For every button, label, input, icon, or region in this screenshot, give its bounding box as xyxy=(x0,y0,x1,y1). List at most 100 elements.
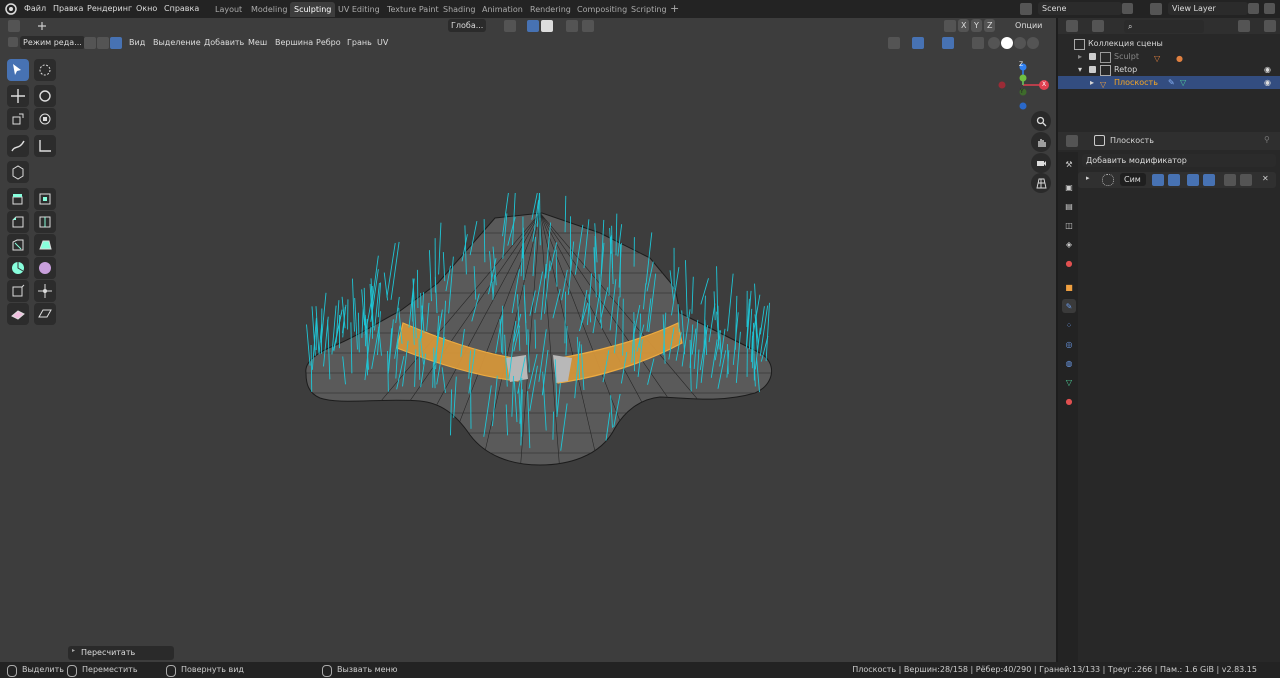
object-tab-icon[interactable]: ■ xyxy=(1062,280,1076,294)
menu-uv[interactable]: UV xyxy=(374,36,391,49)
tab-sculpting[interactable]: Sculpting xyxy=(290,2,336,17)
loop-cut-tool[interactable] xyxy=(34,211,56,233)
new-view-layer-icon[interactable] xyxy=(1248,3,1259,14)
display-mode-icon[interactable] xyxy=(1092,20,1104,32)
solid-shading-icon[interactable] xyxy=(1001,37,1013,49)
edge-select-icon[interactable] xyxy=(97,37,109,49)
tab-uv-editing[interactable]: UV Editing xyxy=(334,2,384,17)
pivot-point-icon[interactable] xyxy=(504,20,516,32)
outliner-search-input[interactable]: ⌕ xyxy=(1124,20,1204,33)
3d-viewport[interactable]: Глоба... X Y Z Опции Режим реда... Вид В… xyxy=(0,18,1056,671)
menu-view[interactable]: Вид xyxy=(126,36,148,49)
mesh-object[interactable] xyxy=(300,186,780,473)
overlay-toggle-icon[interactable] xyxy=(942,37,954,49)
menu-render[interactable]: Рендеринг xyxy=(87,0,132,18)
axis-x-toggle[interactable]: X xyxy=(958,19,970,32)
material-tab-icon[interactable]: ● xyxy=(1062,394,1076,408)
expand-arrow-icon[interactable]: ▸ xyxy=(1078,50,1082,63)
new-collection-icon[interactable] xyxy=(1264,20,1276,32)
knife-tool[interactable] xyxy=(7,234,29,256)
menu-mesh[interactable]: Меш xyxy=(245,36,270,49)
annotate-tool[interactable] xyxy=(7,135,29,157)
edge-slide-tool[interactable] xyxy=(7,280,29,302)
tree-row-retop[interactable]: ▾ Retop ◉ xyxy=(1058,63,1280,76)
transform-pivot-icon[interactable] xyxy=(36,20,48,32)
wireframe-shading-icon[interactable] xyxy=(988,37,1000,49)
particles-tab-icon[interactable]: ⁘ xyxy=(1062,318,1076,332)
scene-field[interactable]: Scene xyxy=(1038,2,1122,15)
editmode-toggle-icon[interactable] xyxy=(1187,174,1199,186)
eye-icon[interactable]: ◉ xyxy=(1264,63,1271,76)
camera-toggle-icon[interactable] xyxy=(1152,174,1164,186)
measure-tool[interactable] xyxy=(34,135,56,157)
blender-logo-icon[interactable] xyxy=(5,3,17,15)
rotate-tool[interactable] xyxy=(34,85,56,107)
inset-tool[interactable] xyxy=(34,188,56,210)
tab-modeling[interactable]: Modeling xyxy=(247,2,291,17)
filter-icon[interactable] xyxy=(1238,20,1250,32)
render-tab-icon[interactable]: ▣ xyxy=(1062,180,1076,194)
mirror-icon[interactable] xyxy=(944,20,956,32)
tab-animation[interactable]: Animation xyxy=(478,2,527,17)
modifier-tab-icon[interactable]: ✎ xyxy=(1062,299,1076,313)
pin-icon[interactable]: ⚲ xyxy=(1264,135,1270,144)
falloff-icon[interactable] xyxy=(582,20,594,32)
zoom-icon[interactable] xyxy=(1031,111,1051,131)
menu-face[interactable]: Грань xyxy=(344,36,375,49)
physics-tab-icon[interactable]: ◎ xyxy=(1062,337,1076,351)
navigation-gizmo[interactable]: Z X Y xyxy=(996,61,1056,118)
remove-view-layer-icon[interactable] xyxy=(1264,3,1275,14)
editor-type-icon[interactable] xyxy=(8,20,20,32)
menu-edit[interactable]: Правка xyxy=(53,0,83,18)
select-box-tool[interactable] xyxy=(7,59,29,81)
perspective-grid-icon[interactable] xyxy=(1031,173,1051,193)
menu-select[interactable]: Выделение xyxy=(150,36,204,49)
tab-shading[interactable]: Shading xyxy=(439,2,480,17)
tree-row-sculpt[interactable]: ▸ Sculpt ▽ ● xyxy=(1058,50,1280,63)
view-layer-icon[interactable] xyxy=(1150,3,1162,15)
snap-icon[interactable] xyxy=(527,20,539,32)
spin-tool[interactable] xyxy=(7,257,29,279)
gizmo-toggle-icon[interactable] xyxy=(912,37,924,49)
view-layer-tab-icon[interactable]: ◫ xyxy=(1062,218,1076,232)
tab-compositing[interactable]: Compositing xyxy=(573,2,631,17)
collapse-arrow-icon[interactable]: ▾ xyxy=(1078,63,1082,76)
tree-row-plane[interactable]: ▸ ▽ Плоскость ✎ ▽ ◉ xyxy=(1058,76,1280,89)
orientation-dropdown[interactable]: Глоба... xyxy=(448,19,487,32)
expand-arrow-icon[interactable]: ▸ xyxy=(1090,76,1094,89)
scale-tool[interactable] xyxy=(7,108,29,130)
proportional-edit-icon[interactable] xyxy=(566,20,578,32)
rendered-shading-icon[interactable] xyxy=(1027,37,1039,49)
menu-help[interactable]: Справка xyxy=(164,0,199,18)
tree-row-scene-collection[interactable]: Коллекция сцены xyxy=(1058,37,1280,50)
poly-build-tool[interactable] xyxy=(34,234,56,256)
outliner-editor-icon[interactable] xyxy=(1066,20,1078,32)
tab-rendering[interactable]: Rendering xyxy=(526,2,575,17)
move-up-icon[interactable] xyxy=(1224,174,1236,186)
material-shading-icon[interactable] xyxy=(1014,37,1026,49)
shrink-fatten-tool[interactable] xyxy=(34,280,56,302)
scene-icon[interactable] xyxy=(1020,3,1032,15)
camera-view-icon[interactable] xyxy=(1031,153,1051,173)
move-tool[interactable] xyxy=(7,85,29,107)
remove-modifier-icon[interactable]: ✕ xyxy=(1262,174,1269,183)
menu-edge[interactable]: Ребро xyxy=(313,36,344,49)
tab-layout[interactable]: Layout xyxy=(211,2,246,17)
modifier-name-input[interactable]: Сим xyxy=(1120,173,1146,186)
exclude-checkbox[interactable] xyxy=(1089,66,1096,73)
tab-scripting[interactable]: Scripting xyxy=(627,2,671,17)
tab-texture-paint[interactable]: Texture Paint xyxy=(383,2,443,17)
axis-z-toggle[interactable]: Z xyxy=(984,19,996,32)
menu-window[interactable]: Окно xyxy=(136,0,157,18)
extrude-tool[interactable] xyxy=(7,188,29,210)
menu-vertex[interactable]: Вершина xyxy=(272,36,316,49)
visibility-icon[interactable] xyxy=(888,37,900,49)
exclude-checkbox[interactable] xyxy=(1089,53,1096,60)
mode-dropdown[interactable]: Режим реда... xyxy=(20,36,85,49)
menu-file[interactable]: Файл xyxy=(24,0,46,18)
face-select-icon[interactable] xyxy=(110,37,122,49)
realtime-toggle-icon[interactable] xyxy=(1168,174,1180,186)
add-cube-tool[interactable] xyxy=(7,161,29,183)
add-workspace-icon[interactable]: + xyxy=(670,2,679,15)
move-down-icon[interactable] xyxy=(1240,174,1252,186)
